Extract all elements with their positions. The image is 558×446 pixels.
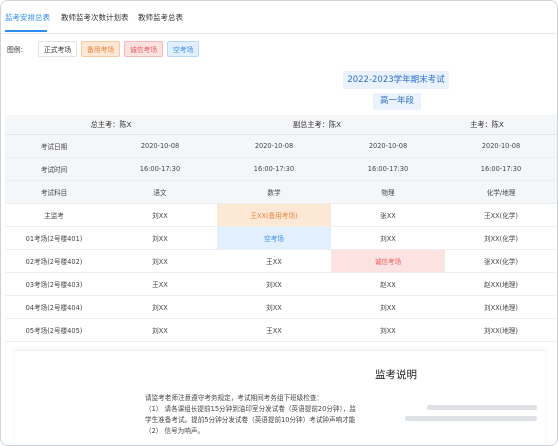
- table-cell: 16:00-17:30: [253, 165, 295, 173]
- table-cell: 数学: [267, 189, 281, 197]
- room-name: 05考场(2号楼405): [25, 327, 83, 335]
- notes-line: （1） 请各课组长提前15分钟到油印室分发试卷（英语提前20分钟），监: [145, 405, 356, 413]
- notes-line: （2） 信号为响声。: [145, 427, 205, 435]
- exam-schedule-table: 总主考：陈X 副总主考：陈X 主考：陈X 考试日期 2020-10-08 202…: [5, 115, 557, 342]
- table-row: 04考场(2号楼404) 刘XX 刘XX 刘XX 刘XX(地理): [5, 296, 557, 319]
- table-cell[interactable]: 刘XX: [331, 296, 445, 318]
- tab-teacher-plan[interactable]: 教师监考次数计划表: [61, 1, 129, 33]
- table-cell: 16:00-17:30: [480, 165, 522, 173]
- table-cell: 语文: [153, 189, 167, 197]
- table-cell[interactable]: 刘XX(地理): [445, 319, 557, 341]
- notes-line: 学生准备考试。提前5分钟分发试卷（英语提前10分钟）考试钟声响才能: [145, 416, 356, 424]
- notes-title: 监考说明: [375, 369, 417, 381]
- table-cell[interactable]: 刘XX: [103, 204, 217, 226]
- table-cell: 物理: [381, 189, 395, 197]
- legend-empty-room: 空考场: [167, 41, 200, 57]
- row-label: 考试日期: [40, 143, 68, 151]
- table-row: 主监考 刘XX 王XX(备用考场) 张XX 王XX(化学): [5, 204, 557, 227]
- exam-title: 2022-2023学年期末考试: [343, 71, 449, 89]
- table-cell[interactable]: 刘XX: [103, 319, 217, 341]
- app-window: 监考安排总表 教师监考次数计划表 教师监考总表 图例: 正式考场 备用考场 诚信…: [0, 0, 558, 446]
- table-cell[interactable]: 刘XX: [331, 227, 445, 249]
- table-cell[interactable]: 刘XX(化学): [445, 227, 557, 249]
- room-name: 04考场(2号楼404): [25, 304, 83, 312]
- chief-row: 总主考：陈X 副总主考：陈X 主考：陈X: [5, 115, 557, 135]
- table-cell[interactable]: 张XX: [331, 204, 445, 226]
- subject-row: 考试科目 语文 数学 物理 化学/地理: [5, 181, 557, 204]
- table-cell[interactable]: 刘XX: [103, 227, 217, 249]
- blurred-text: [405, 416, 537, 421]
- table-cell[interactable]: 刘XX: [217, 296, 331, 318]
- table-cell[interactable]: 王XX: [217, 319, 331, 341]
- table-cell[interactable]: 赵XX(地理): [445, 273, 557, 295]
- time-row: 考试时间 16:00-17:30 16:00-17:30 16:00-17:30…: [5, 158, 557, 181]
- room-name: 主监考: [44, 212, 64, 220]
- table-cell[interactable]: 刘XX: [217, 273, 331, 295]
- table-cell[interactable]: 王XX: [217, 250, 331, 272]
- date-row: 考试日期 2020-10-08 2020-10-08 2020-10-08 20…: [5, 135, 557, 158]
- room-name: 02考场(2号楼402): [25, 258, 83, 266]
- active-tab-indicator: [5, 30, 47, 32]
- row-label: 考试科目: [40, 189, 68, 197]
- legend-integrity-room: 诚信考场: [124, 41, 164, 57]
- table-cell: 2020-10-08: [254, 142, 294, 150]
- integrity-room-cell[interactable]: 诚信考场: [331, 250, 445, 272]
- table-cell[interactable]: 刘XX: [103, 250, 217, 272]
- table-cell: 2020-10-08: [140, 142, 180, 150]
- legend-backup-room: 备用考场: [81, 41, 121, 57]
- table-row: 05考场(2号楼405) 刘XX 王XX 刘XX 刘XX(地理): [5, 319, 557, 342]
- tab-teacher-summary[interactable]: 教师监考总表: [138, 1, 183, 33]
- legend-formal-room: 正式考场: [38, 41, 78, 57]
- row-label: 考试时间: [40, 166, 68, 174]
- blurred-text: [427, 405, 537, 410]
- exam-banner: 2022-2023学年期末考试 高一年段: [1, 65, 557, 115]
- room-name: 03考场(2号楼403): [25, 281, 83, 289]
- grade-label: 高一年段: [373, 93, 421, 110]
- table-cell: 化学/地理: [486, 189, 516, 197]
- table-cell[interactable]: 刘XX(地理): [445, 296, 557, 318]
- main-examiner: 主考：陈X: [470, 119, 504, 129]
- room-name: 01考场(2号楼401): [25, 235, 83, 243]
- table-cell: 16:00-17:30: [367, 165, 409, 173]
- table-row: 03考场(2号楼403) 王XX 刘XX 赵XX 赵XX(地理): [5, 273, 557, 296]
- table-cell[interactable]: 王XX: [103, 273, 217, 295]
- table-cell: 16:00-17:30: [139, 165, 181, 173]
- table-cell[interactable]: 刘XX: [331, 319, 445, 341]
- table-row: 01考场(2号楼401) 刘XX 空考场 刘XX 刘XX(化学): [5, 227, 557, 250]
- tab-bar: 监考安排总表 教师监考次数计划表 教师监考总表: [1, 1, 557, 34]
- table-cell[interactable]: 张XX(化学): [445, 250, 557, 272]
- table-cell[interactable]: 赵XX: [331, 273, 445, 295]
- table-cell[interactable]: 王XX(化学): [445, 204, 557, 226]
- chief-examiner: 总主考：陈X: [90, 119, 132, 129]
- table-cell: 2020-10-08: [481, 142, 521, 150]
- deputy-chief-examiner: 副总主考：陈X: [292, 119, 342, 129]
- table-cell[interactable]: 刘XX: [103, 296, 217, 318]
- empty-room-cell[interactable]: 空考场: [217, 227, 331, 249]
- table-row: 02考场(2号楼402) 刘XX 王XX 诚信考场 张XX(化学): [5, 250, 557, 273]
- notes-line: 请监考老师注意遵守考务规定，考试期间考务组下班级检查：: [145, 394, 324, 402]
- table-cell: 2020-10-08: [368, 142, 408, 150]
- exam-notes-panel: 监考说明 请监考老师注意遵守考务规定，考试期间考务组下班级检查： （1） 请各课…: [15, 350, 545, 445]
- legend-label: 图例:: [7, 46, 23, 54]
- backup-room-cell[interactable]: 王XX(备用考场): [217, 204, 331, 226]
- tab-exam-schedule[interactable]: 监考安排总表: [5, 1, 50, 33]
